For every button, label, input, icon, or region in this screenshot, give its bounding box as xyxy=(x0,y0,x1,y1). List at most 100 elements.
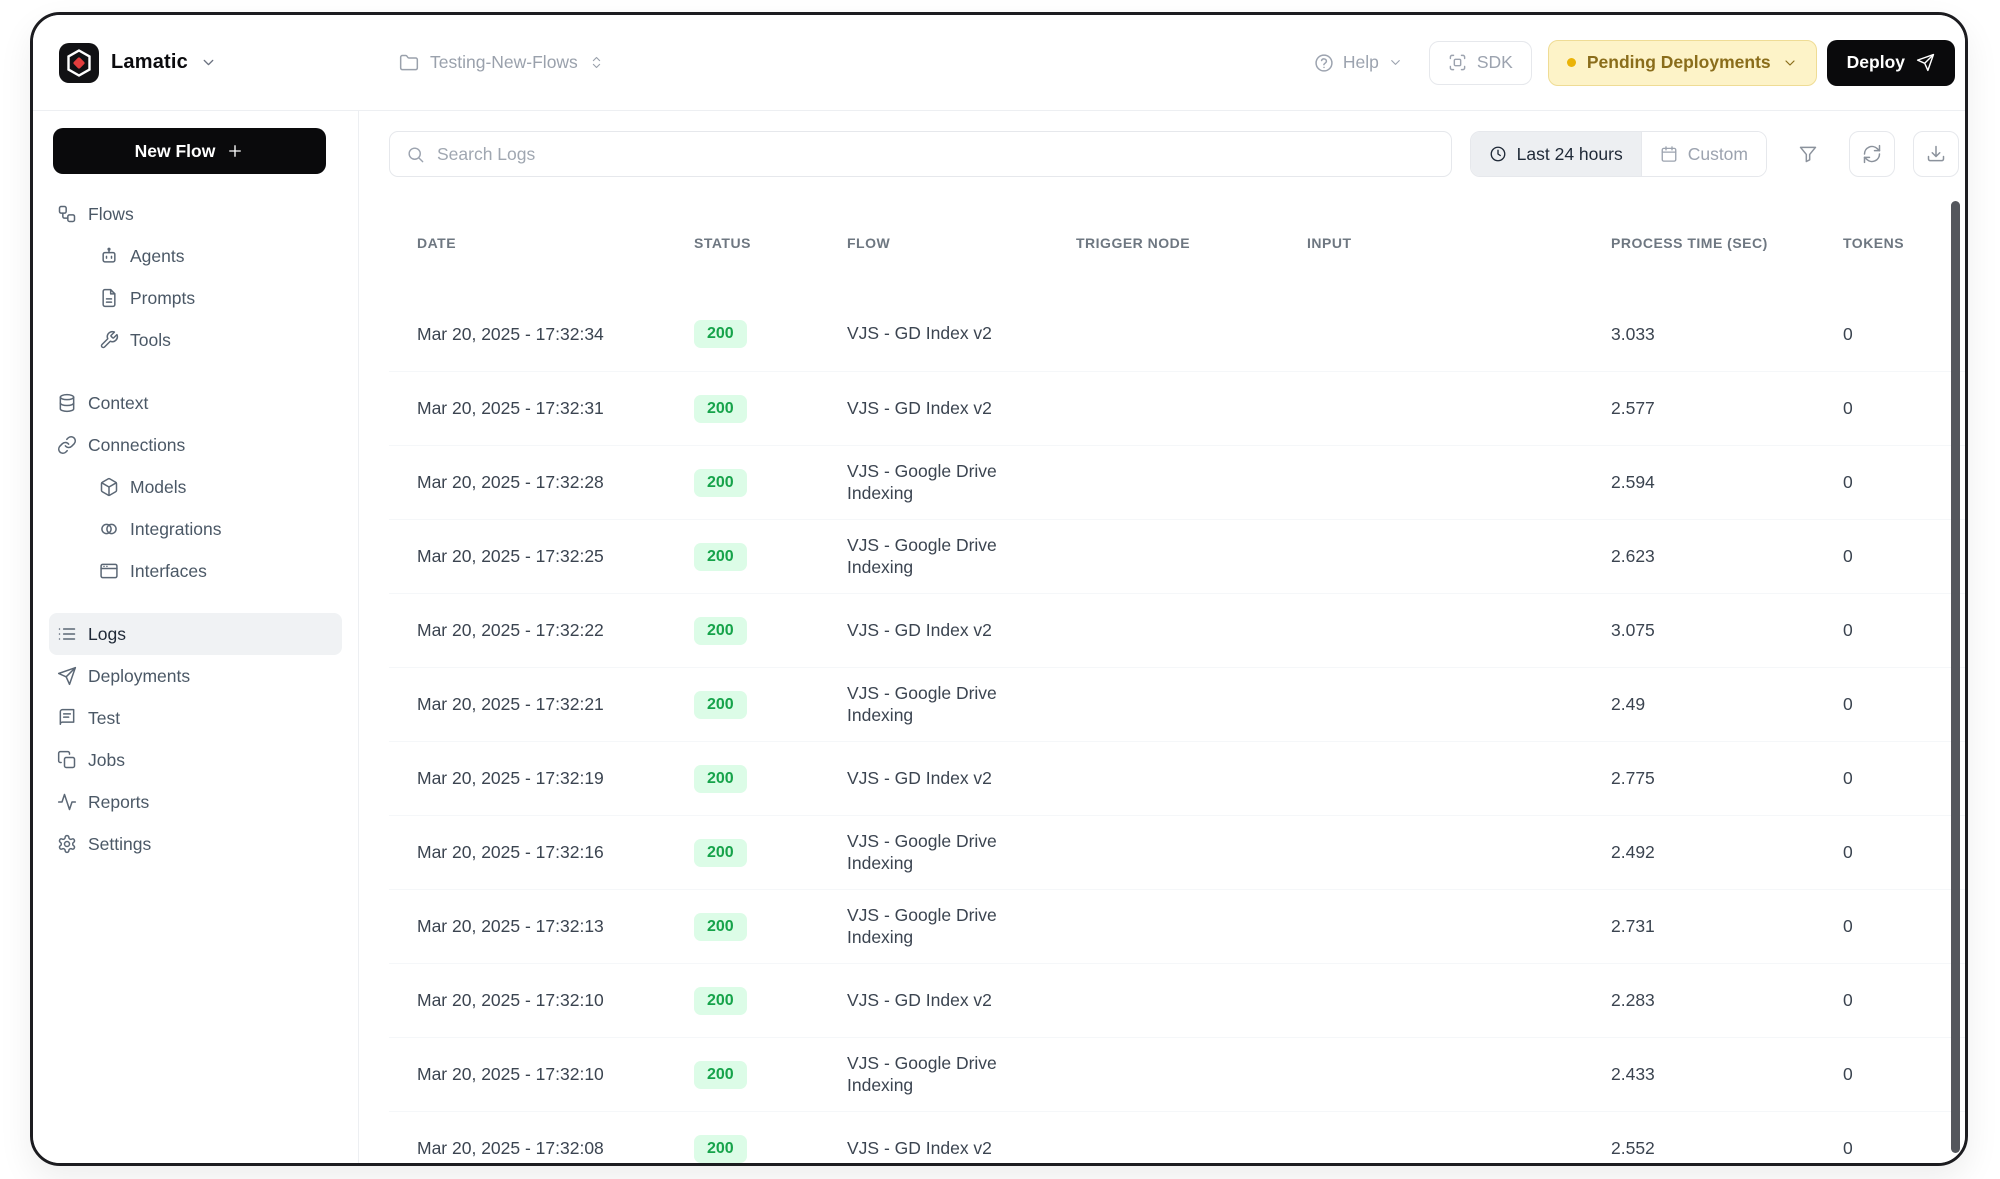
chevrons-up-down-icon xyxy=(589,55,604,70)
new-flow-button[interactable]: New Flow xyxy=(53,128,326,174)
help-label: Help xyxy=(1343,52,1379,73)
sidebar-item-label: Reports xyxy=(88,792,149,813)
sidebar-item-connections[interactable]: Connections xyxy=(49,424,342,466)
log-process-time: 2.49 xyxy=(1611,694,1843,715)
log-date: Mar 20, 2025 - 17:32:16 xyxy=(389,842,694,863)
sidebar-item-jobs[interactable]: Jobs xyxy=(49,739,342,781)
sidebar-item-logs[interactable]: Logs xyxy=(49,613,342,655)
project-name: Testing-New-Flows xyxy=(430,52,578,73)
sidebar-item-deployments[interactable]: Deployments xyxy=(49,655,342,697)
log-process-time: 3.075 xyxy=(1611,620,1843,641)
log-date: Mar 20, 2025 - 17:32:22 xyxy=(389,620,694,641)
book-icon xyxy=(57,708,77,728)
sidebar-item-label: Flows xyxy=(88,204,134,225)
logs-table: DATE STATUS FLOW TRIGGER NODE INPUT PROC… xyxy=(389,207,1965,1163)
sidebar-item-integrations[interactable]: Integrations xyxy=(49,508,342,550)
copy-icon xyxy=(57,750,77,770)
status-badge: 200 xyxy=(694,1061,747,1089)
table-row[interactable]: Mar 20, 2025 - 17:32:10 200 VJS - Google… xyxy=(389,1037,1965,1111)
table-row[interactable]: Mar 20, 2025 - 17:32:19 200 VJS - GD Ind… xyxy=(389,741,1965,815)
table-row[interactable]: Mar 20, 2025 - 17:32:10 200 VJS - GD Ind… xyxy=(389,963,1965,1037)
time-range-group: Last 24 hours Custom xyxy=(1470,131,1767,177)
clock-icon xyxy=(1489,145,1507,163)
log-process-time: 2.594 xyxy=(1611,472,1843,493)
log-status: 200 xyxy=(694,1135,847,1163)
log-flow: VJS - Google Drive Indexing xyxy=(847,535,1065,579)
download-button[interactable] xyxy=(1913,131,1959,177)
log-tokens: 0 xyxy=(1843,324,1965,345)
log-date: Mar 20, 2025 - 17:32:28 xyxy=(389,472,694,493)
top-bar: Lamatic Testing-New-Flows Help xyxy=(33,15,1965,111)
log-date: Mar 20, 2025 - 17:32:19 xyxy=(389,768,694,789)
bot-icon xyxy=(99,246,119,266)
table-scrollbar[interactable] xyxy=(1951,201,1960,1153)
log-process-time: 2.775 xyxy=(1611,768,1843,789)
filter-button[interactable] xyxy=(1785,131,1831,177)
search-icon xyxy=(406,145,425,164)
sidebar-item-label: Interfaces xyxy=(130,561,207,582)
workspace-switcher[interactable]: Lamatic xyxy=(59,43,399,83)
status-badge: 200 xyxy=(694,395,747,423)
send-icon xyxy=(57,666,77,686)
scrollbar-thumb[interactable] xyxy=(1951,201,1960,1153)
table-row[interactable]: Mar 20, 2025 - 17:32:28 200 VJS - Google… xyxy=(389,445,1965,519)
pending-dot-icon xyxy=(1567,58,1576,67)
search-input[interactable] xyxy=(437,144,1435,165)
database-icon xyxy=(57,393,77,413)
log-tokens: 0 xyxy=(1843,546,1965,567)
sdk-button[interactable]: SDK xyxy=(1429,41,1532,85)
log-process-time: 3.033 xyxy=(1611,324,1843,345)
sidebar-item-interfaces[interactable]: Interfaces xyxy=(49,550,342,592)
sidebar-item-label: Tools xyxy=(130,330,171,351)
range-custom-label: Custom xyxy=(1688,144,1748,165)
log-date: Mar 20, 2025 - 17:32:10 xyxy=(389,1064,694,1085)
log-status: 200 xyxy=(694,543,847,571)
log-flow: VJS - Google Drive Indexing xyxy=(847,461,1065,505)
sidebar-item-context[interactable]: Context xyxy=(49,382,342,424)
table-row[interactable]: Mar 20, 2025 - 17:32:25 200 VJS - Google… xyxy=(389,519,1965,593)
download-icon xyxy=(1926,144,1946,164)
sidebar-item-flows[interactable]: Flows xyxy=(49,193,342,235)
sidebar-item-prompts[interactable]: Prompts xyxy=(49,277,342,319)
log-tokens: 0 xyxy=(1843,916,1965,937)
help-menu[interactable]: Help xyxy=(1314,52,1403,73)
sidebar-item-models[interactable]: Models xyxy=(49,466,342,508)
table-row[interactable]: Mar 20, 2025 - 17:32:21 200 VJS - Google… xyxy=(389,667,1965,741)
log-process-time: 2.433 xyxy=(1611,1064,1843,1085)
status-badge: 200 xyxy=(694,691,747,719)
box-icon xyxy=(99,477,119,497)
logs-toolbar: Last 24 hours Custom xyxy=(389,131,1959,177)
log-status: 200 xyxy=(694,395,847,423)
log-date: Mar 20, 2025 - 17:32:08 xyxy=(389,1138,694,1159)
pending-deployments-label: Pending Deployments xyxy=(1587,52,1771,73)
refresh-button[interactable] xyxy=(1849,131,1895,177)
log-flow: VJS - Google Drive Indexing xyxy=(847,905,1065,949)
log-process-time: 2.552 xyxy=(1611,1138,1843,1159)
sidebar-item-test[interactable]: Test xyxy=(49,697,342,739)
sidebar-item-agents[interactable]: Agents xyxy=(49,235,342,277)
chevron-down-icon xyxy=(1388,55,1403,70)
log-date: Mar 20, 2025 - 17:32:34 xyxy=(389,324,694,345)
log-rows: Mar 20, 2025 - 17:32:34 200 VJS - GD Ind… xyxy=(389,297,1965,1163)
table-row[interactable]: Mar 20, 2025 - 17:32:31 200 VJS - GD Ind… xyxy=(389,371,1965,445)
search-box[interactable] xyxy=(389,131,1452,177)
range-custom-button[interactable]: Custom xyxy=(1641,132,1766,176)
table-row[interactable]: Mar 20, 2025 - 17:32:16 200 VJS - Google… xyxy=(389,815,1965,889)
pending-deployments-button[interactable]: Pending Deployments xyxy=(1548,40,1817,86)
sidebar-item-tools[interactable]: Tools xyxy=(49,319,342,361)
sidebar-item-settings[interactable]: Settings xyxy=(49,823,342,865)
log-flow: VJS - GD Index v2 xyxy=(847,990,1065,1012)
sidebar-item-reports[interactable]: Reports xyxy=(49,781,342,823)
project-selector[interactable]: Testing-New-Flows xyxy=(399,52,604,73)
table-row[interactable]: Mar 20, 2025 - 17:32:34 200 VJS - GD Ind… xyxy=(389,297,1965,371)
table-row[interactable]: Mar 20, 2025 - 17:32:08 200 VJS - GD Ind… xyxy=(389,1111,1965,1163)
range-last-24-hours-button[interactable]: Last 24 hours xyxy=(1471,132,1641,176)
top-bar-actions: Help SDK Pending Deployments Deploy xyxy=(1314,40,1955,86)
deploy-button[interactable]: Deploy xyxy=(1827,40,1955,86)
lamatic-logo-icon xyxy=(59,43,99,83)
table-row[interactable]: Mar 20, 2025 - 17:32:13 200 VJS - Google… xyxy=(389,889,1965,963)
table-row[interactable]: Mar 20, 2025 - 17:32:22 200 VJS - GD Ind… xyxy=(389,593,1965,667)
column-header-input: INPUT xyxy=(1307,235,1611,251)
log-flow: VJS - Google Drive Indexing xyxy=(847,831,1065,875)
plus-icon xyxy=(226,142,244,160)
